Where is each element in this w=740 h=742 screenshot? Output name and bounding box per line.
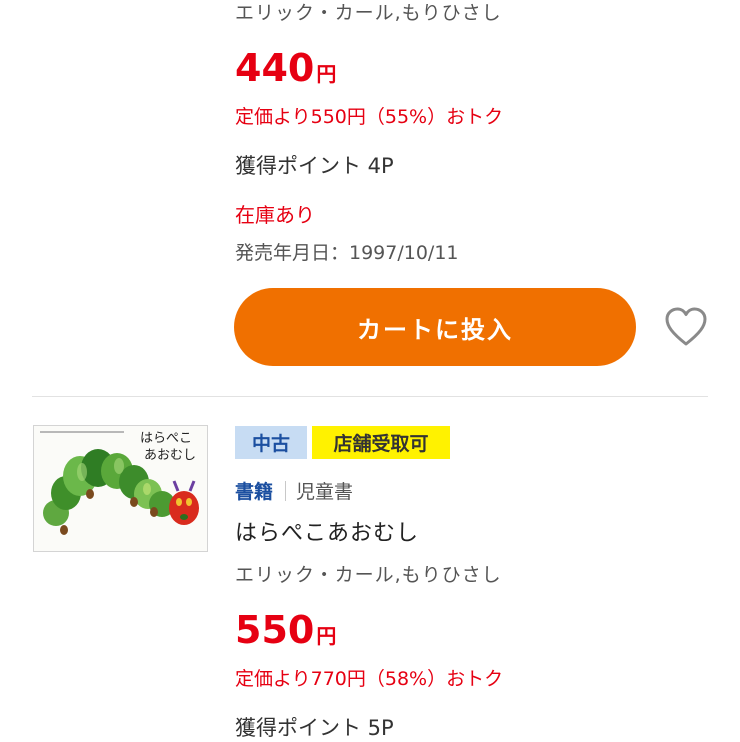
product-thumbnail[interactable]: はらぺこ あおむし (33, 425, 208, 552)
stock-status: 在庫あり (235, 203, 315, 227)
cover-title-line2: あおむし (144, 448, 196, 463)
category-link[interactable]: 書籍 (235, 477, 273, 504)
price-currency: 円 (316, 62, 337, 86)
favorite-button[interactable] (664, 306, 708, 348)
product-price: 440 円 (235, 46, 336, 90)
add-to-cart-label: カートに投入 (357, 315, 513, 344)
product-price: 550 円 (235, 608, 336, 652)
item-divider (32, 396, 708, 397)
product-author: エリック・カール,もりひさし (235, 2, 502, 24)
cover-title-line1: はらぺこ (140, 431, 192, 446)
category-breadcrumb: 書籍 児童書 (235, 477, 353, 504)
discount-text: 定価より770円（58%）おトク (235, 668, 504, 690)
price-currency: 円 (316, 624, 337, 648)
points-text: 獲得ポイント 4P (235, 154, 394, 178)
product-title[interactable]: はらぺこあおむし (235, 515, 419, 547)
used-badge: 中古 (235, 426, 307, 459)
store-pickup-badge: 店舗受取可 (312, 426, 450, 459)
release-date: 発売年月日：1997/10/11 (235, 242, 459, 264)
price-value: 440 (235, 46, 315, 90)
price-value: 550 (235, 608, 315, 652)
points-text: 獲得ポイント 5P (235, 716, 394, 740)
category-separator (285, 480, 287, 501)
add-to-cart-button[interactable]: カートに投入 (234, 288, 636, 366)
heart-icon (665, 307, 707, 346)
caterpillar-cover-image: はらぺこ あおむし (34, 426, 207, 551)
discount-text: 定価より550円（55%）おトク (235, 106, 504, 128)
product-author: エリック・カール,もりひさし (235, 564, 502, 586)
subcategory-link[interactable]: 児童書 (296, 477, 353, 504)
